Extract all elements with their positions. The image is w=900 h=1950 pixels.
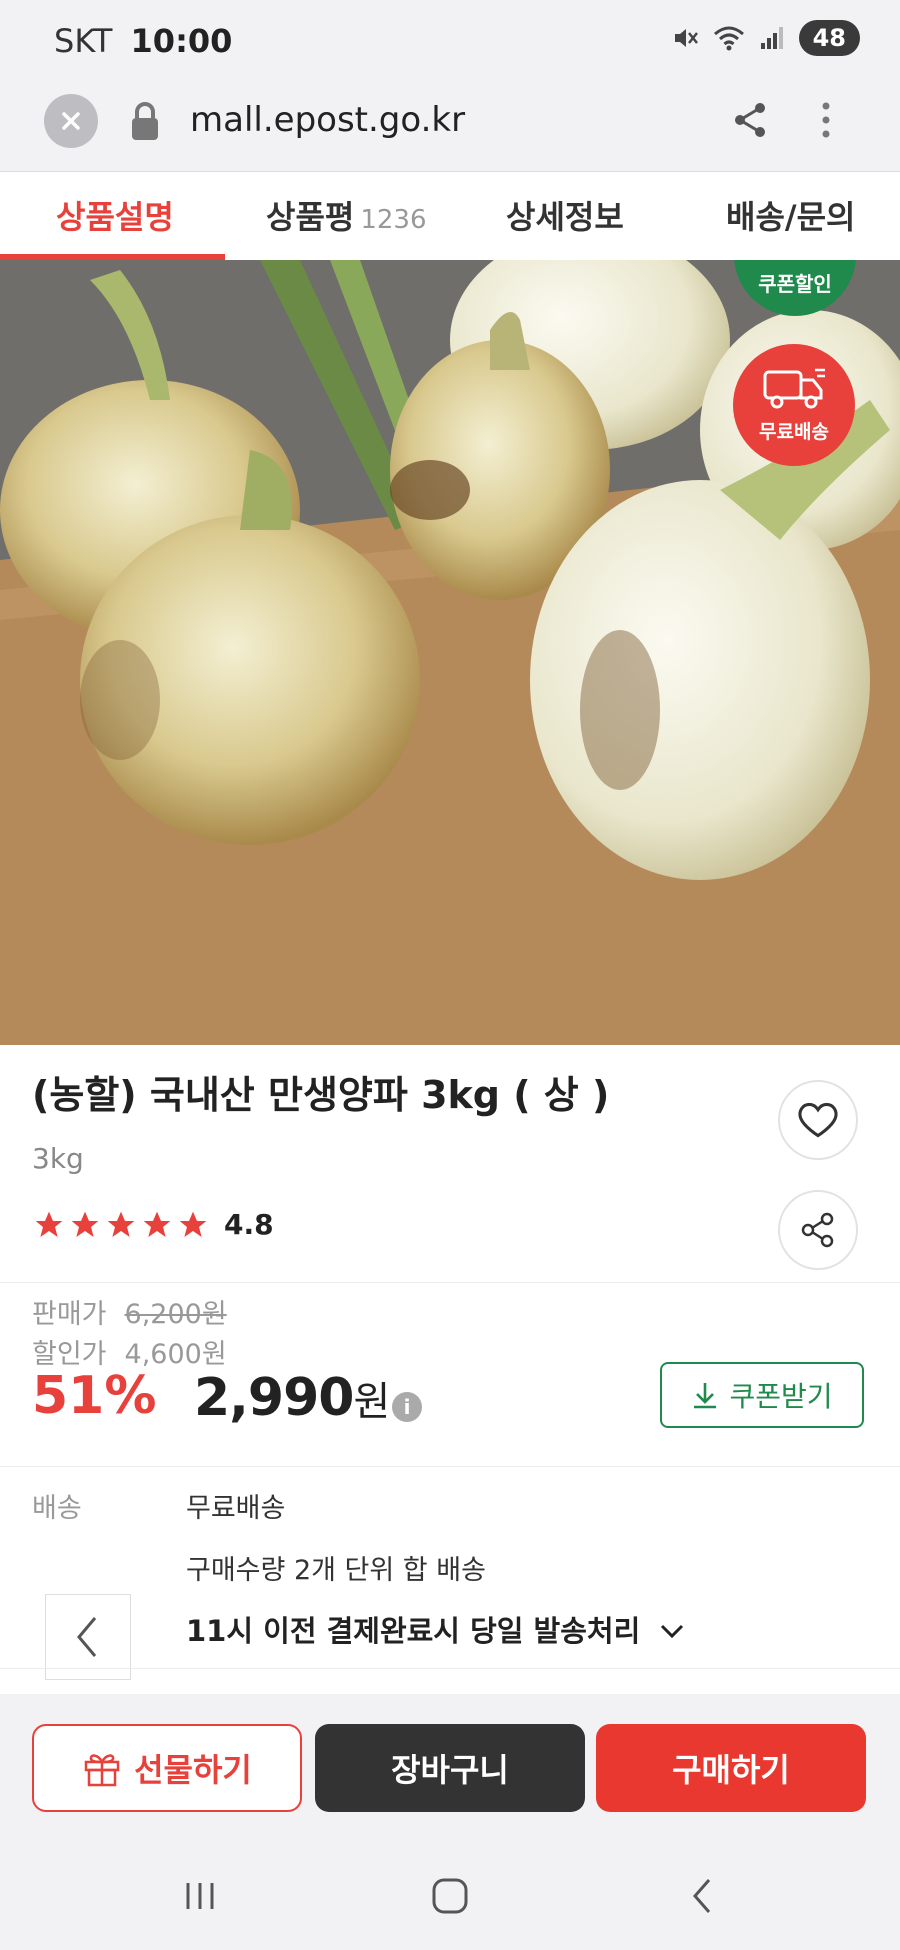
home-button[interactable] — [420, 1874, 480, 1918]
divider — [0, 1466, 900, 1467]
rating-value: 4.8 — [224, 1208, 274, 1241]
sale-price: 6,200원 — [124, 1299, 227, 1330]
status-left: SKT 10:00 — [54, 22, 232, 60]
product-option: 3kg — [32, 1142, 84, 1175]
share-icon — [801, 1212, 834, 1248]
purchase-action-bar: 선물하기 장바구니 구매하기 — [0, 1694, 900, 1842]
shipping-free: 무료배송 — [186, 1493, 286, 1524]
gift-icon — [84, 1754, 120, 1787]
tab-reviews[interactable]: 상품평 1236 — [266, 192, 427, 238]
status-icons: 48 — [671, 20, 860, 56]
chevron-down-icon — [661, 1624, 684, 1639]
system-nav-bar — [0, 1842, 900, 1950]
gift-button[interactable]: 선물하기 — [32, 1724, 302, 1812]
battery-level: 48 — [798, 20, 860, 56]
tab-label: 상품설명 — [56, 198, 174, 236]
clock-time: 10:00 — [130, 22, 233, 60]
rating: 4.8 — [32, 1208, 274, 1241]
coupon-badge-label: 쿠폰할인 — [758, 272, 832, 296]
tab-label: 배송/문의 — [726, 198, 856, 236]
home-icon — [432, 1878, 468, 1914]
final-price: 2,990원 — [194, 1368, 390, 1428]
recent-apps-icon — [186, 1883, 214, 1909]
buy-label: 구매하기 — [672, 1751, 790, 1789]
review-count: 1236 — [360, 205, 427, 235]
tab-label: 상품평 — [266, 198, 355, 236]
cart-label: 장바구니 — [391, 1751, 509, 1789]
mute-icon — [674, 29, 698, 47]
signal-icon — [760, 27, 783, 49]
final-price-unit: 원 — [353, 1379, 390, 1425]
divider — [0, 1668, 900, 1669]
carrier-label: SKT — [54, 22, 113, 60]
system-back-button[interactable] — [672, 1874, 732, 1918]
price-info-icon[interactable]: i — [392, 1392, 422, 1422]
star-icon — [35, 1211, 63, 1237]
url-text[interactable]: mall.epost.go.kr — [190, 100, 465, 140]
browser-url-bar: mall.epost.go.kr — [0, 82, 900, 172]
final-price-value: 2,990 — [194, 1368, 354, 1428]
tab-shipping-inquiry[interactable]: 배송/문의 — [726, 192, 855, 238]
divider — [0, 1282, 900, 1283]
shipping-bundle-note: 구매수량 2개 단위 합 배송 — [186, 1555, 486, 1586]
free-shipping-badge: 무료배송 — [733, 344, 855, 466]
shipping-same-day-toggle[interactable]: 11시 이전 결제완료시 당일 발송처리 — [186, 1608, 686, 1650]
star-icon — [143, 1211, 171, 1237]
back-arrow-icon — [693, 1879, 711, 1913]
tab-label: 상세정보 — [506, 198, 624, 236]
share-product-button[interactable] — [778, 1190, 858, 1270]
get-coupon-label: 쿠폰받기 — [729, 1380, 833, 1413]
product-tabs: 상품설명 상품평 1236 상세정보 배송/문의 — [0, 172, 900, 260]
close-tab-button[interactable] — [44, 94, 98, 148]
star-icon — [179, 1211, 207, 1237]
tab-details[interactable]: 상세정보 — [506, 192, 624, 238]
discount-rate: 51% — [32, 1366, 157, 1426]
download-icon — [694, 1383, 717, 1409]
sale-price-row: 판매가 6,200원 — [32, 1292, 227, 1331]
screen: SKT 10:00 48 mall.epost.go.kr 상품설명 상품평 1… — [0, 0, 900, 1950]
share-icon[interactable] — [728, 98, 772, 142]
delivery-truck-icon — [763, 368, 825, 409]
close-icon — [62, 112, 80, 130]
wifi-icon — [713, 26, 744, 51]
shipping-same-day-label: 11시 이전 결제완료시 당일 발송처리 — [186, 1614, 641, 1648]
gift-label: 선물하기 — [134, 1751, 252, 1789]
wishlist-button[interactable] — [778, 1080, 858, 1160]
heart-icon — [798, 1102, 838, 1138]
status-bar: SKT 10:00 48 — [0, 0, 900, 82]
lock-icon — [132, 102, 158, 140]
product-title: (농할) 국내산 만생양파 3kg ( 상 ) — [32, 1073, 610, 1117]
star-icon — [107, 1211, 135, 1237]
free-shipping-label: 무료배송 — [759, 421, 829, 443]
more-vertical-icon[interactable] — [814, 98, 838, 142]
shipping-label: 배송 — [32, 1493, 82, 1524]
chevron-left-icon — [77, 1617, 97, 1657]
tab-description[interactable]: 상품설명 — [56, 192, 174, 238]
star-icon — [71, 1211, 99, 1237]
buy-now-button[interactable]: 구매하기 — [596, 1724, 866, 1812]
recent-apps-button[interactable] — [170, 1874, 230, 1918]
add-to-cart-button[interactable]: 장바구니 — [315, 1724, 585, 1812]
sale-price-label: 판매가 — [32, 1299, 107, 1330]
get-coupon-button[interactable]: 쿠폰받기 — [660, 1362, 864, 1428]
